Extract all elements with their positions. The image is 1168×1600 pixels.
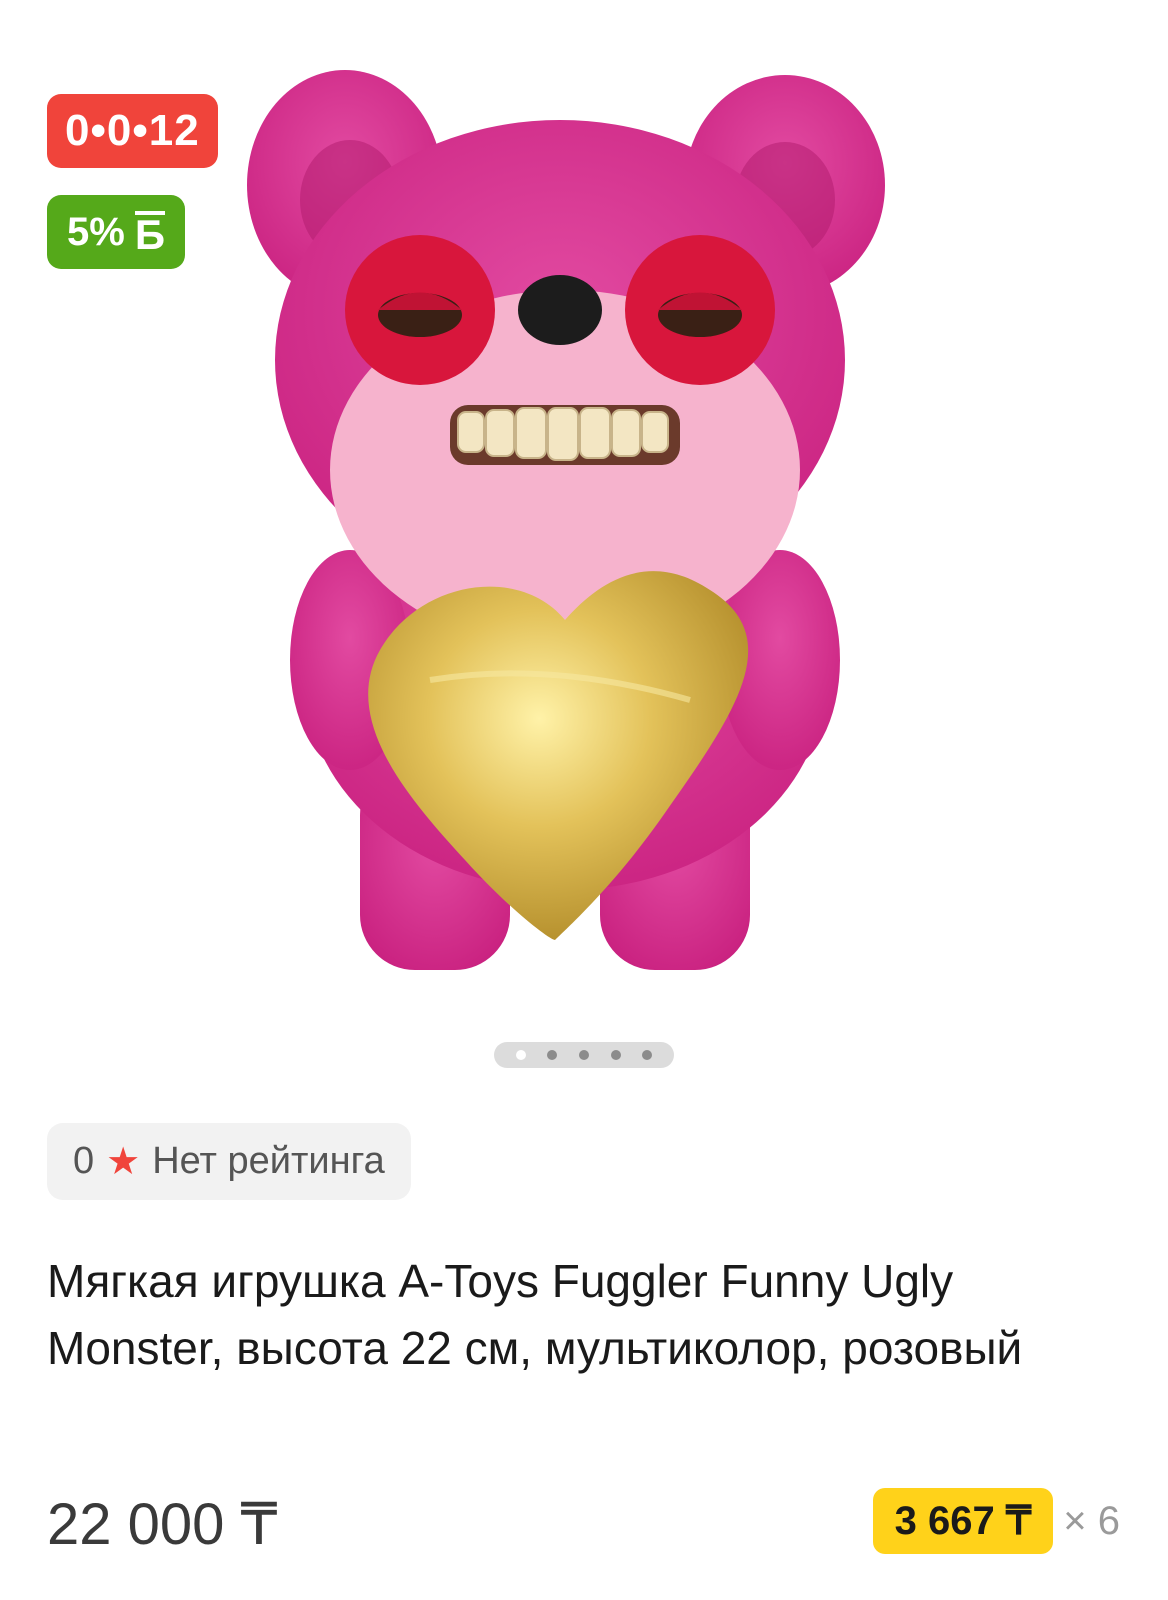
product-gallery[interactable]: 0•0•12 5% Б [0,0,1168,1090]
bonus-percent: 5% [67,209,125,254]
bonus-icon: Б [134,211,165,258]
timer-text: 0•0•12 [65,106,200,155]
star-icon: ★ [106,1141,141,1183]
product-price: 22 000 ₸ [47,1492,278,1557]
pagination-dot[interactable] [547,1050,558,1060]
product-page: 0•0•12 5% Б 0 ★ Нет рейтинга Мягкая игру… [0,0,1168,1600]
rating-badge[interactable]: 0 ★ Нет рейтинга [47,1123,411,1200]
timer-badge: 0•0•12 [47,94,218,168]
rating-value: 0 [73,1140,95,1182]
gallery-pagination[interactable] [494,1042,674,1068]
installment-amount: 3 667 ₸ [872,1488,1054,1554]
installment-info[interactable]: 3 667 ₸ × 6 [872,1488,1120,1554]
bonus-badge: 5% Б [47,195,185,269]
pagination-dot[interactable] [610,1050,621,1060]
pagination-dot[interactable] [578,1050,589,1060]
product-image[interactable] [230,60,930,1000]
installment-months: × 6 [1063,1498,1120,1543]
pagination-dot[interactable] [515,1050,526,1060]
pagination-dot[interactable] [642,1050,653,1060]
rating-label: Нет рейтинга [152,1140,385,1182]
product-title: Мягкая игрушка A-Toys Fuggler Funny Ugly… [47,1255,1023,1374]
